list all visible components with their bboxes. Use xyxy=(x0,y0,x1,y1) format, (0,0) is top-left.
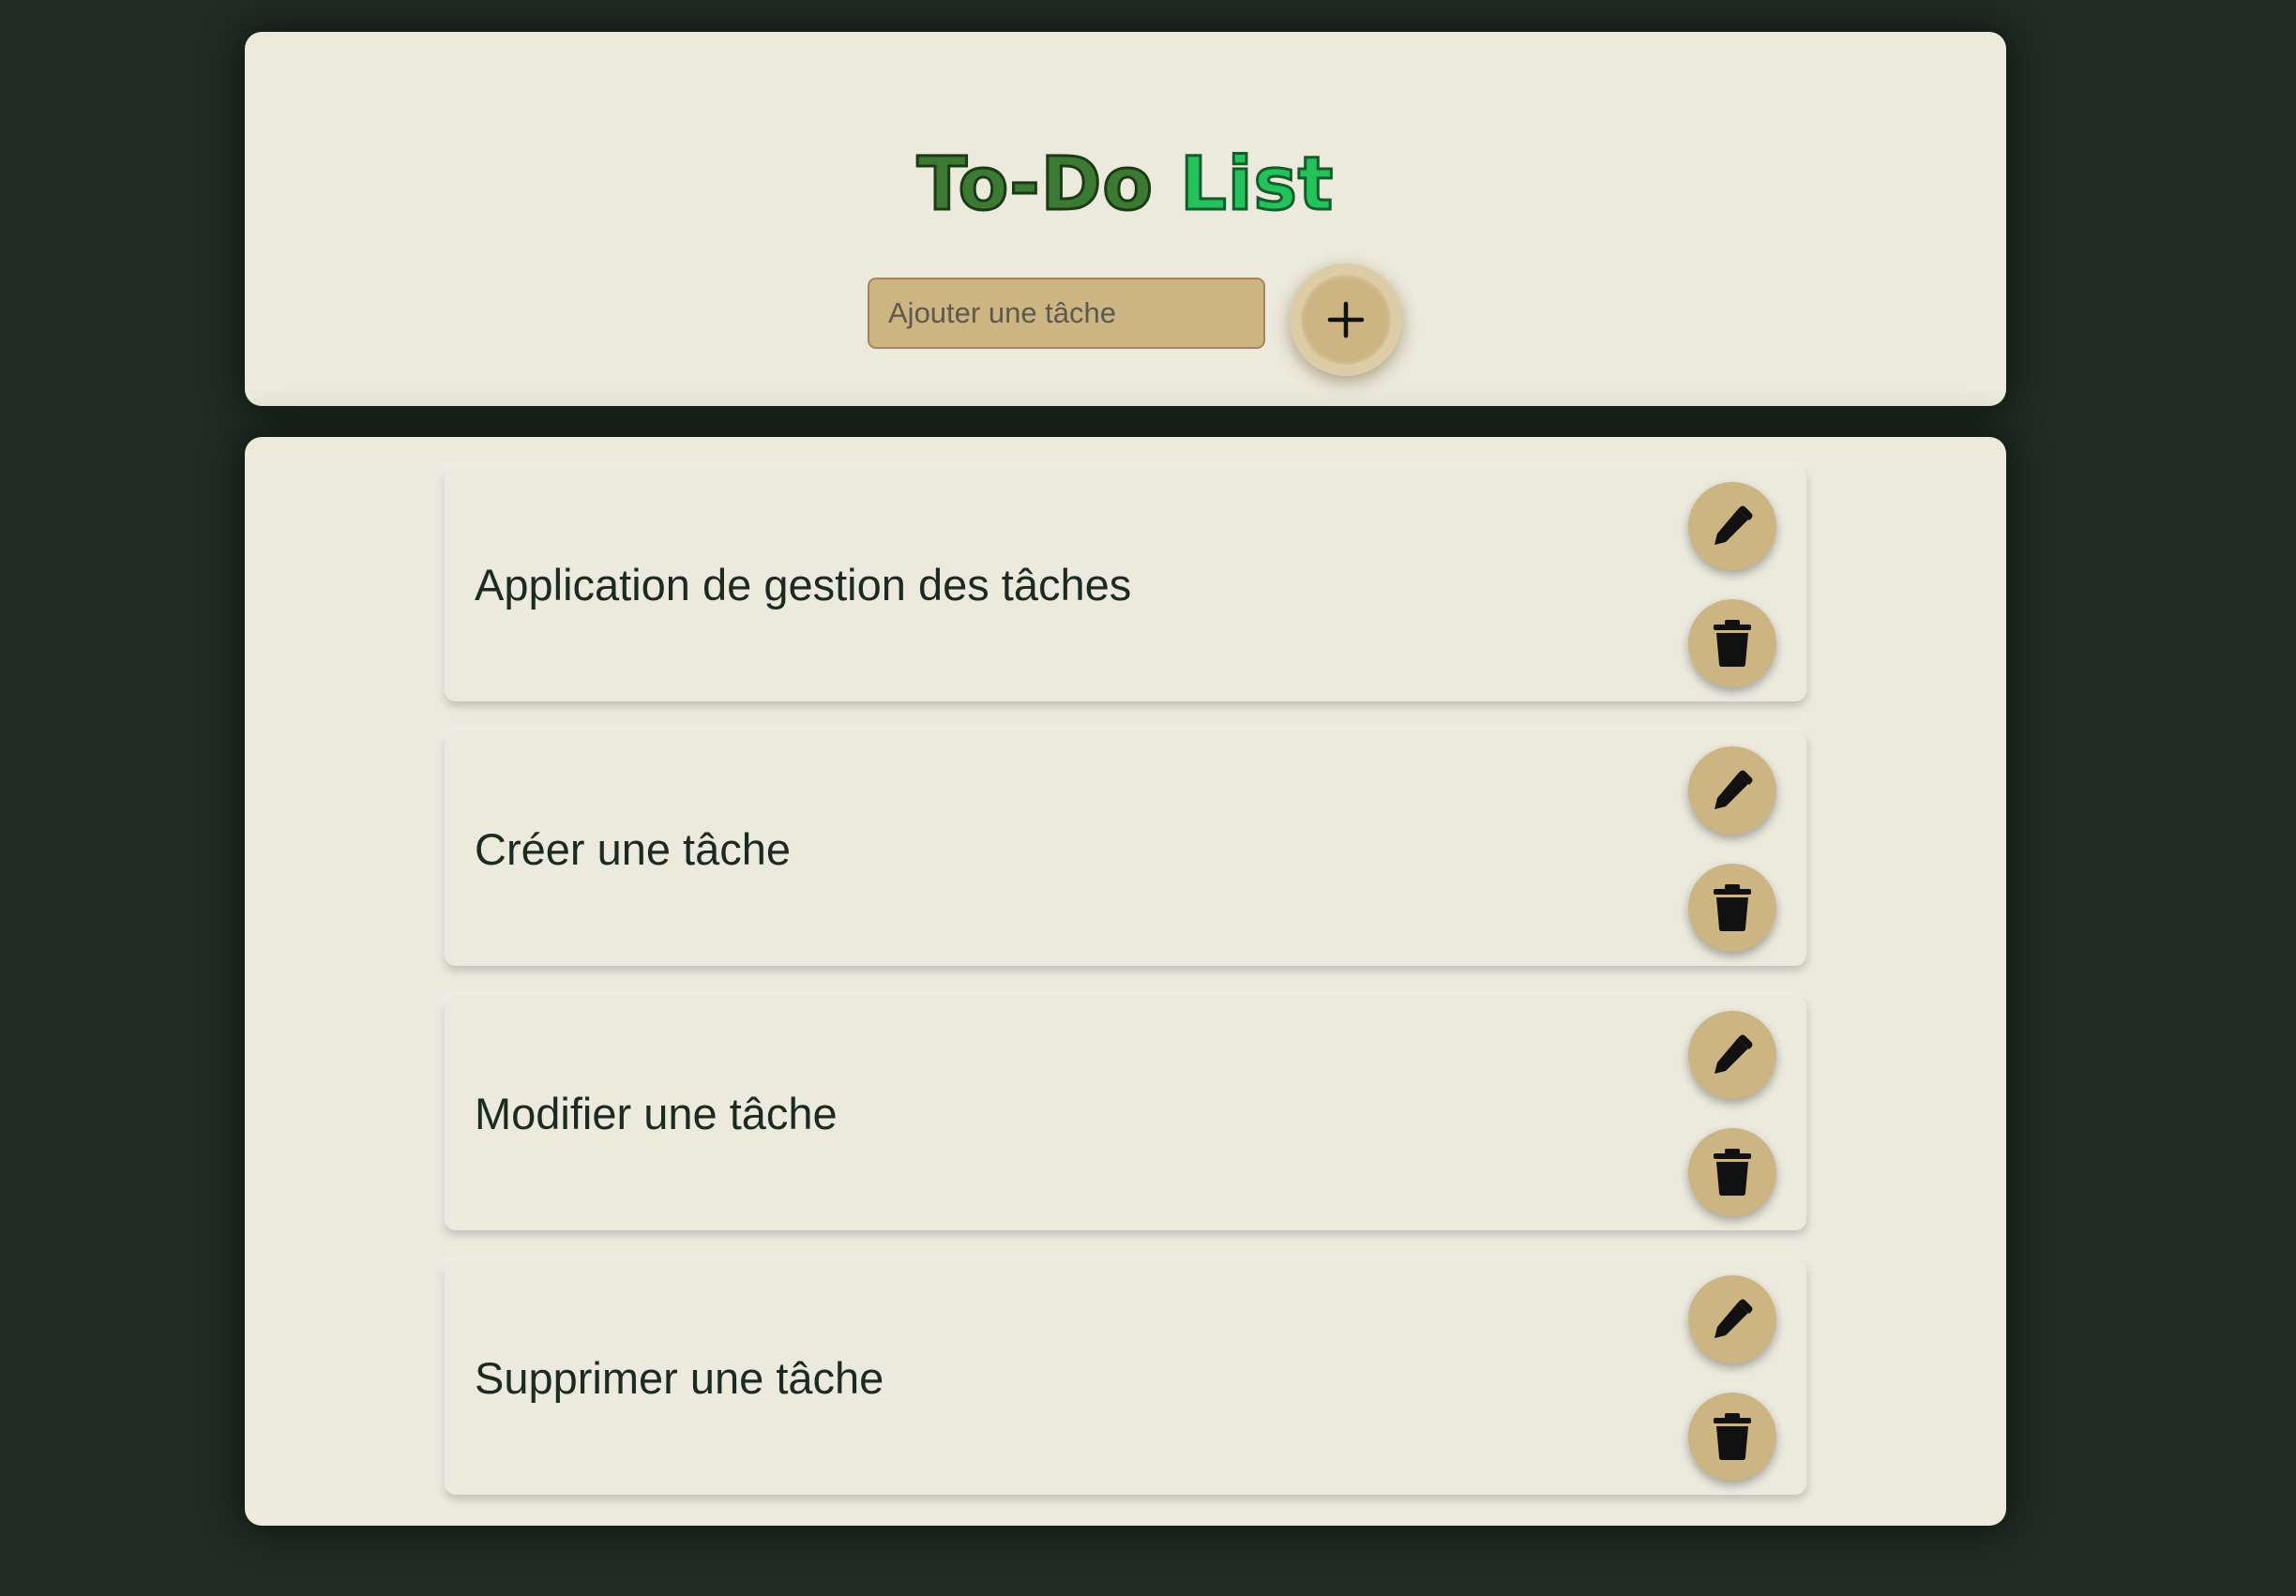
add-task-input[interactable] xyxy=(868,278,1265,349)
add-task-button[interactable] xyxy=(1290,263,1402,376)
task-text: Supprimer une tâche xyxy=(475,1352,884,1403)
page-title: To-Do List xyxy=(245,133,2006,236)
task-item: Modifier une tâche xyxy=(445,996,1806,1230)
task-item: Application de gestion des tâches xyxy=(445,467,1806,701)
pencil-icon xyxy=(1709,767,1756,814)
trash-icon xyxy=(1712,1148,1753,1197)
edit-task-button[interactable] xyxy=(1688,1275,1776,1363)
plus-icon xyxy=(1326,300,1366,339)
delete-task-button[interactable] xyxy=(1688,1128,1776,1216)
edit-task-button[interactable] xyxy=(1688,746,1776,835)
pencil-icon xyxy=(1709,1296,1756,1343)
title-word-todo: To-Do xyxy=(915,142,1154,229)
delete-task-button[interactable] xyxy=(1688,1393,1776,1481)
delete-task-button[interactable] xyxy=(1688,864,1776,952)
task-text: Créer une tâche xyxy=(475,823,792,874)
trash-icon xyxy=(1712,1412,1753,1461)
title-word-list: List xyxy=(1179,142,1335,229)
edit-task-button[interactable] xyxy=(1688,1011,1776,1099)
task-text: Modifier une tâche xyxy=(475,1088,838,1138)
trash-icon xyxy=(1712,883,1753,932)
task-list-card: Application de gestion des tâches Créer … xyxy=(245,437,2006,1526)
pencil-icon xyxy=(1709,503,1756,550)
header-card: To-Do List xyxy=(245,32,2006,406)
trash-icon xyxy=(1712,619,1753,668)
pencil-icon xyxy=(1709,1031,1756,1078)
edit-task-button[interactable] xyxy=(1688,482,1776,570)
delete-task-button[interactable] xyxy=(1688,599,1776,687)
task-text: Application de gestion des tâches xyxy=(475,559,1132,610)
task-item: Créer une tâche xyxy=(445,731,1806,966)
task-item: Supprimer une tâche xyxy=(445,1260,1806,1495)
